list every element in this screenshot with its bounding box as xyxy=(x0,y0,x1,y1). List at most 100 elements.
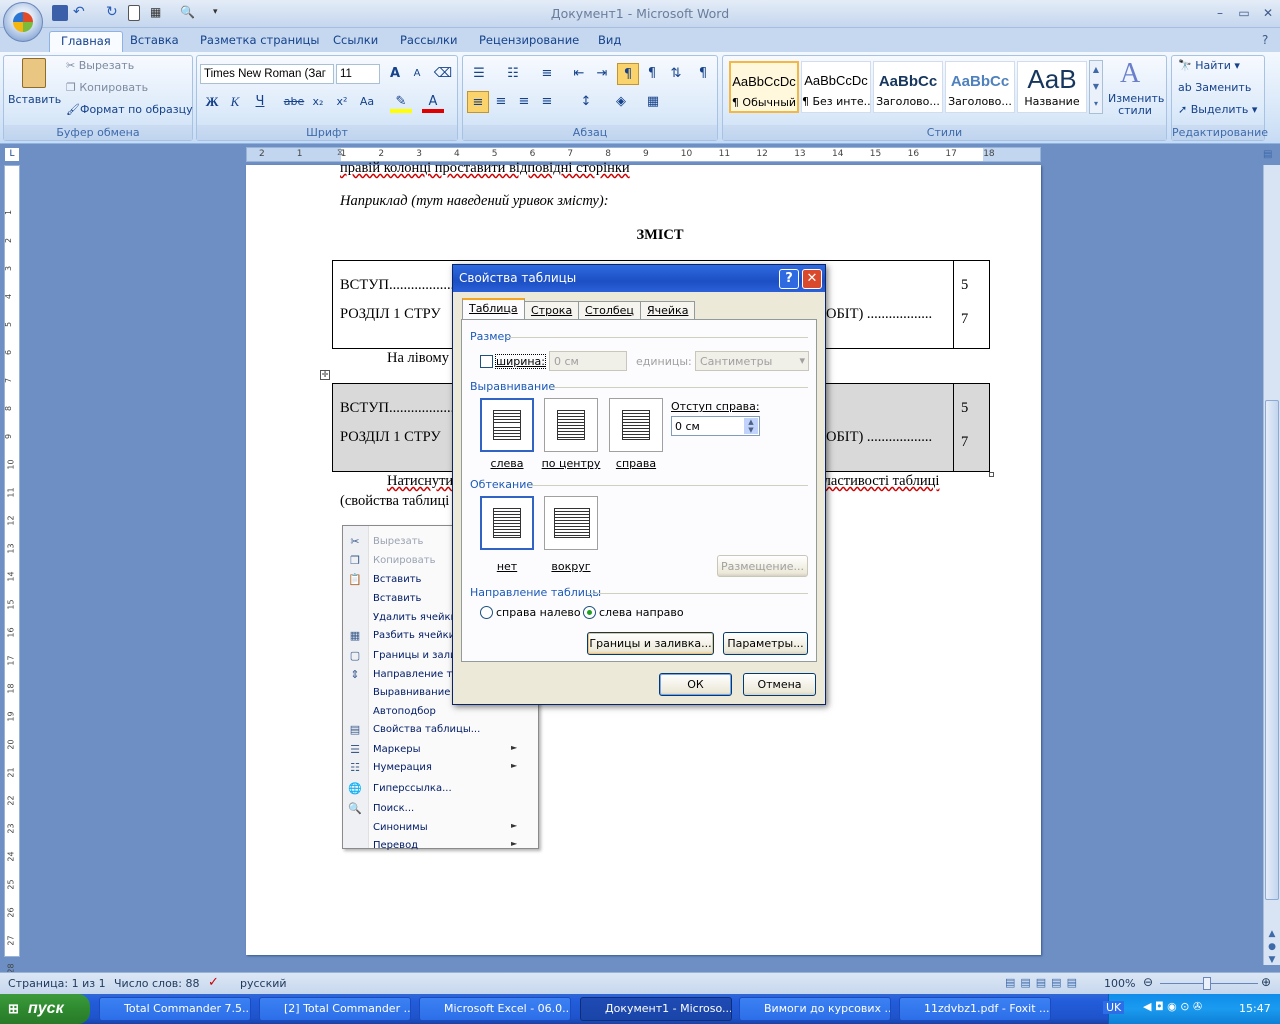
indent-spinner[interactable]: 0 см ▲ ▼ xyxy=(671,416,760,436)
options-button[interactable]: Параметры... xyxy=(723,632,808,655)
dialog-help-button[interactable]: ? xyxy=(779,269,799,289)
help-icon[interactable]: ? xyxy=(1262,33,1268,47)
columns-icon[interactable]: ▦ xyxy=(150,5,166,21)
multilevel-list-icon[interactable]: ≡ xyxy=(536,63,558,85)
bullets-icon[interactable]: ☰ xyxy=(468,63,490,85)
view-ruler-icon[interactable]: ▤ xyxy=(1263,149,1280,163)
wrap-none-option[interactable] xyxy=(480,496,534,550)
superscript-button[interactable]: x² xyxy=(331,91,353,113)
redo-icon[interactable]: ↻ xyxy=(106,5,122,21)
sort-icon[interactable]: ⇅ xyxy=(665,63,687,85)
style-no-spacing[interactable]: AaBbCcDc ¶ Без инте... xyxy=(801,61,871,113)
tab-review[interactable]: Рецензирование xyxy=(468,31,590,52)
shading-icon[interactable]: ◈ xyxy=(610,91,632,113)
width-checkbox[interactable] xyxy=(480,355,493,368)
style-title[interactable]: AaB Название xyxy=(1017,61,1087,113)
vertical-scrollbar[interactable] xyxy=(1263,165,1280,965)
paste-button[interactable]: Вставить xyxy=(8,58,61,116)
minimize-button[interactable]: – xyxy=(1208,4,1232,22)
units-select[interactable]: Сантиметры ▾ xyxy=(695,351,809,371)
close-window-button[interactable]: ✕ xyxy=(1256,4,1280,22)
table-move-handle-icon[interactable]: ✛ xyxy=(320,370,330,380)
browse-buttons[interactable]: ▲ ● ▼ xyxy=(1264,928,1280,968)
bold-button[interactable]: Ж xyxy=(201,91,223,113)
undo-icon[interactable]: ↶ xyxy=(73,5,89,21)
dialog-tab-column[interactable]: Столбец xyxy=(578,301,641,321)
context-menu-item[interactable]: Перевод ► xyxy=(343,837,538,854)
ok-button[interactable]: ОК xyxy=(659,673,732,696)
align-right-icon[interactable]: ≡ xyxy=(513,91,535,113)
width-spinner[interactable]: 0 см xyxy=(549,351,627,371)
style-heading-1[interactable]: AaBbCc Заголово... xyxy=(873,61,943,113)
decrease-indent-icon[interactable]: ⇤ xyxy=(568,63,590,85)
highlight-icon[interactable]: ✎ xyxy=(390,91,412,113)
tab-home[interactable]: Главная xyxy=(49,31,123,52)
copy-button[interactable]: ❐ Копировать xyxy=(66,81,148,94)
font-color-icon[interactable]: A xyxy=(422,91,444,113)
shrink-font-icon[interactable]: A xyxy=(406,63,428,85)
strikethrough-button[interactable]: abe xyxy=(283,91,305,113)
change-case-button[interactable]: Aa xyxy=(356,91,378,113)
subscript-button[interactable]: x₂ xyxy=(307,91,329,113)
maximize-button[interactable]: ▭ xyxy=(1232,4,1256,22)
font-name-combo[interactable]: Times New Roman (Заг xyxy=(200,64,334,84)
align-center-icon[interactable]: ≡ xyxy=(490,91,512,113)
context-menu-item[interactable]: ▤ Свойства таблицы... xyxy=(343,721,538,738)
dialog-tab-row[interactable]: Строка xyxy=(524,301,580,321)
context-menu-item[interactable]: 🔍 Поиск... xyxy=(343,800,538,817)
language-indicator[interactable]: UK xyxy=(1103,1001,1125,1014)
dialog-tab-table[interactable]: Таблица xyxy=(462,298,525,321)
ltr-radio[interactable] xyxy=(583,606,596,619)
tab-references[interactable]: Ссылки xyxy=(322,31,389,52)
underline-button[interactable]: Ч xyxy=(249,91,271,113)
format-painter-button[interactable]: 🖌Формат по образцу xyxy=(66,103,193,116)
vertical-ruler[interactable]: 1 2 3 4 5 6 7 8 9 10 11 12 13 14 15 16 17 18 19 20 21 22 23 24 2… xyxy=(4,165,20,974)
task-excel[interactable]: Microsoft Excel - 06.0... xyxy=(419,997,571,1021)
rtl-icon[interactable]: ¶ xyxy=(641,63,663,85)
increase-indent-icon[interactable]: ⇥ xyxy=(591,63,613,85)
replace-button[interactable]: ab Заменить xyxy=(1178,81,1251,94)
task-total-commander-2[interactable]: [2] Total Commander ... xyxy=(259,997,411,1021)
task-word-2[interactable]: Вимоги до курсових ... xyxy=(739,997,891,1021)
context-menu-item[interactable]: Автоподбор xyxy=(343,703,538,720)
table-resize-handle[interactable] xyxy=(989,472,994,477)
task-word[interactable]: Документ1 - Microso... xyxy=(580,997,732,1021)
zoom-slider-thumb[interactable] xyxy=(1203,977,1211,990)
font-size-combo[interactable]: 11 xyxy=(336,64,380,84)
save-icon[interactable] xyxy=(52,5,68,21)
context-menu-item[interactable]: Синонимы ► xyxy=(343,819,538,836)
wrap-around-option[interactable] xyxy=(544,496,598,550)
dialog-tab-cell[interactable]: Ячейка xyxy=(640,301,696,321)
context-menu-item[interactable]: ☷ Нумерация ► xyxy=(343,759,538,776)
zoom-level[interactable]: 100% xyxy=(1104,977,1135,990)
numbering-icon[interactable]: ☷ xyxy=(502,63,524,85)
find-button[interactable]: 🔭 Найти ▾ xyxy=(1178,59,1240,72)
align-center-option[interactable] xyxy=(544,398,598,452)
style-normal[interactable]: AaBbCcDc ¶ Обычный xyxy=(729,61,799,113)
show-marks-icon[interactable]: ¶ xyxy=(692,63,714,85)
new-document-icon[interactable] xyxy=(128,5,140,21)
cancel-button[interactable]: Отмена xyxy=(743,673,816,696)
office-button[interactable] xyxy=(3,2,43,42)
tab-selector[interactable]: L xyxy=(4,147,20,162)
tab-page-layout[interactable]: Разметка страницы xyxy=(189,31,330,52)
line-spacing-icon[interactable]: ↕ xyxy=(575,91,597,113)
borders-shading-button[interactable]: Границы и заливка... xyxy=(587,632,714,655)
align-left-option[interactable] xyxy=(480,398,534,452)
status-word-count[interactable]: Число слов: 88 xyxy=(114,977,200,990)
view-buttons-icon[interactable]: ▤▤▤▤▤ xyxy=(1005,976,1097,991)
print-preview-icon[interactable]: 🔍 xyxy=(180,5,196,21)
status-language[interactable]: русский xyxy=(240,977,287,990)
zoom-out-icon[interactable]: ⊖ xyxy=(1143,975,1153,989)
styles-scroll[interactable]: ▲ ▼ ▾ xyxy=(1089,60,1103,114)
dialog-close-button[interactable]: ✕ xyxy=(802,269,822,289)
tab-mailings[interactable]: Рассылки xyxy=(389,31,468,52)
cut-button[interactable]: ✂ Вырезать xyxy=(66,59,134,72)
context-menu-item[interactable]: ☰ Маркеры ► xyxy=(343,741,538,758)
task-foxit[interactable]: 11zdvbz1.pdf - Foxit ... xyxy=(899,997,1051,1021)
rtl-radio[interactable] xyxy=(480,606,493,619)
spinner-arrows-icon[interactable]: ▲ ▼ xyxy=(744,418,758,434)
ltr-icon[interactable]: ¶ xyxy=(617,63,639,85)
tab-insert[interactable]: Вставка xyxy=(119,31,190,52)
align-right-option[interactable] xyxy=(609,398,663,452)
